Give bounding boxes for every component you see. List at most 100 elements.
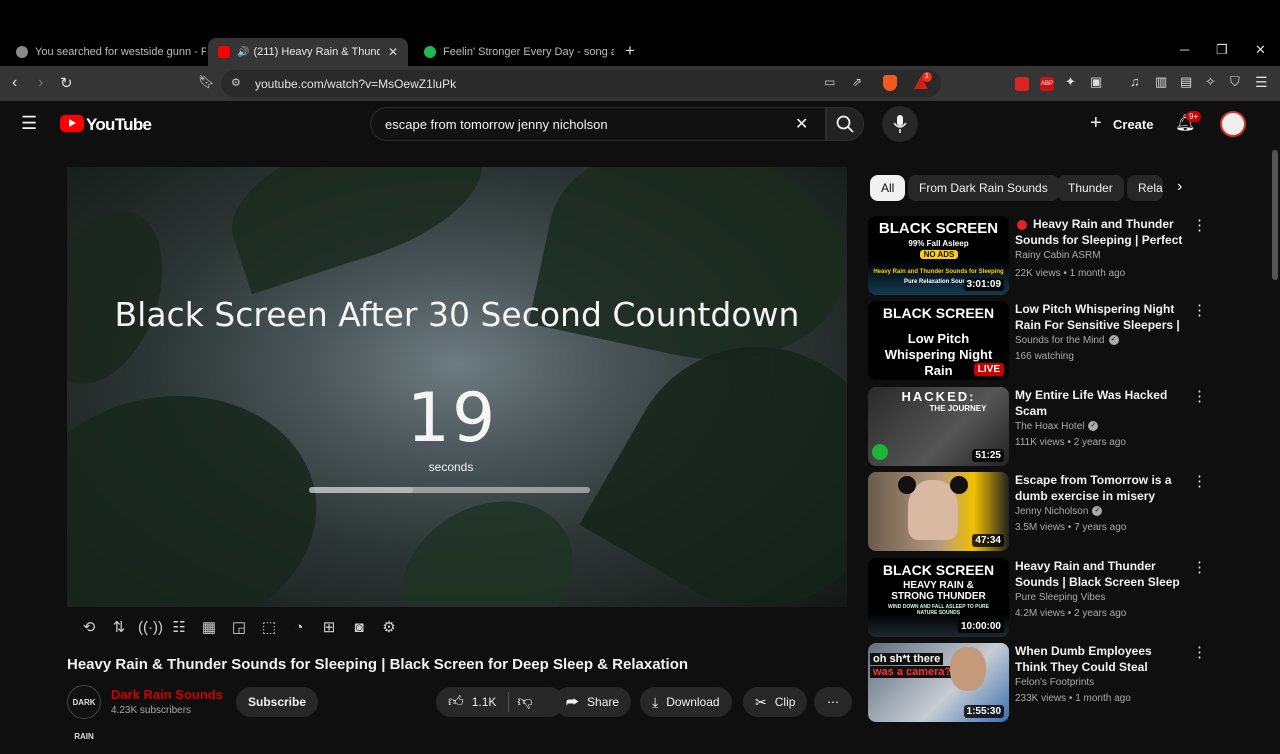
recommendation-item[interactable]: 47:34 Escape from Tomorrow is a dumb exe… (868, 472, 1268, 552)
create-button[interactable]: Create (1113, 117, 1153, 132)
rec-channel[interactable]: Jenny Nicholson ✓ (1015, 506, 1103, 517)
back-icon[interactable]: ‹ (12, 74, 17, 92)
menu-icon[interactable]: ☰ (1255, 74, 1268, 91)
rec-channel[interactable]: Rainy Cabin ASRM (1015, 250, 1101, 261)
close-tab-icon[interactable]: ✕ (388, 45, 398, 59)
address-bar[interactable]: ⚙ youtube.com/watch?v=MsOewZ1luPk ▭ ⇗ 1 (221, 70, 941, 97)
more-options-icon[interactable]: ⋮ (1192, 301, 1207, 319)
thumbnail[interactable]: HACKED: THE JOURNEY 51:25 (868, 387, 1009, 466)
chip-all[interactable]: All (870, 175, 906, 201)
thumbnail[interactable]: BLACK SCREEN Low Pitch Whispering Night … (868, 301, 1009, 380)
maximize-icon[interactable]: ❐ (1216, 42, 1228, 58)
voice-search-button[interactable] (882, 106, 918, 142)
chevron-right-icon[interactable]: › (1177, 178, 1182, 196)
chip-thunder[interactable]: Thunder (1057, 175, 1124, 201)
rec-title[interactable]: Low Pitch Whispering Night Rain For Sens… (1015, 301, 1187, 333)
reload-icon[interactable]: ↻ (60, 74, 73, 92)
visibility-icon[interactable]: ☷ (168, 618, 190, 638)
rec-title[interactable]: My Entire Life Was Hacked Scam (1015, 387, 1187, 419)
add-screenshot-icon[interactable]: ⊞ (318, 618, 340, 638)
clear-search-icon[interactable]: ✕ (795, 114, 808, 134)
youtube-logo-text[interactable]: YouTube (86, 115, 152, 135)
duration-badge: 10:00:00 (957, 620, 1004, 633)
media-icon[interactable]: ♫ (1130, 74, 1140, 89)
rewards-badge: 1 (922, 72, 932, 82)
settings-gear-icon[interactable]: ⚙ (378, 618, 400, 638)
rec-title[interactable]: Escape from Tomorrow is a dumb exercise … (1015, 472, 1187, 504)
screenshot-icon[interactable]: ▣ (1090, 74, 1102, 90)
audio-mode-icon[interactable]: ((·)) (138, 618, 163, 638)
rec-title[interactable]: When Dumb Employees Think They Could Ste… (1015, 643, 1187, 675)
create-plus-icon[interactable]: + (1090, 112, 1102, 135)
picture-in-picture-icon[interactable]: ◲ (228, 618, 250, 638)
wallet-icon[interactable]: ▤ (1180, 74, 1192, 90)
recommendation-item[interactable]: BLACK SCREEN Low Pitch Whispering Night … (868, 301, 1268, 381)
more-options-icon[interactable]: ⋮ (1192, 558, 1207, 576)
more-options-icon[interactable]: ⋮ (1192, 472, 1207, 490)
guide-menu-icon[interactable]: ☰ (21, 113, 37, 134)
new-tab-button[interactable]: + (625, 41, 635, 61)
rec-title[interactable]: Heavy Rain and Thunder Sounds for Sleepi… (1015, 216, 1187, 248)
more-options-icon[interactable]: ⋮ (1192, 216, 1207, 234)
recommendation-item[interactable]: oh sh*t there was a camera? 1:55:30 When… (868, 643, 1268, 723)
theater-icon[interactable]: ⬚ (258, 618, 280, 638)
download-icon: ⤓ (652, 693, 659, 710)
download-button[interactable]: ⤓ Download (640, 687, 732, 717)
like-count[interactable]: 1.1K (472, 695, 497, 709)
loop-icon[interactable]: ⟲ (78, 618, 100, 638)
share-page-icon[interactable]: ⇗ (852, 75, 862, 89)
clip-button[interactable]: ✂ Clip (743, 687, 808, 717)
adblock-icon[interactable]: ABP (1040, 77, 1054, 91)
forward-icon[interactable]: › (38, 74, 43, 92)
rec-title[interactable]: Heavy Rain and Thunder Sounds | Black Sc… (1015, 558, 1187, 590)
more-options-icon[interactable]: ⋮ (1192, 643, 1207, 661)
thumbs-down-icon[interactable]: 👎︎ (517, 693, 532, 711)
rec-channel[interactable]: Sounds for the Mind ✓ (1015, 335, 1119, 346)
page-scrollbar[interactable] (1272, 150, 1278, 280)
account-avatar[interactable] (1220, 111, 1246, 137)
close-window-icon[interactable]: ✕ (1255, 42, 1266, 58)
chip-relaxation[interactable]: Rela (1127, 175, 1163, 201)
cast-icon[interactable]: ▭ (824, 75, 835, 89)
thumbnail[interactable]: oh sh*t there was a camera? 1:55:30 (868, 643, 1009, 722)
cinema-icon[interactable]: ▦ (198, 618, 220, 638)
brave-shield-icon[interactable] (883, 75, 897, 91)
video-player[interactable]: Black Screen After 30 Second Countdown 1… (67, 167, 847, 607)
extension-record-icon[interactable] (1015, 77, 1029, 91)
share-button[interactable]: ⮫ Share (554, 687, 632, 717)
rec-channel[interactable]: Felon's Footprints (1015, 677, 1094, 688)
subscribe-button[interactable]: Subscribe (236, 687, 319, 717)
like-dislike-group: 👍︎ 1.1K 👎︎ (436, 687, 564, 717)
thumbnail[interactable]: BLACK SCREEN HEAVY RAIN & STRONG THUNDER… (868, 558, 1009, 637)
recommendation-item[interactable]: BLACK SCREEN HEAVY RAIN & STRONG THUNDER… (868, 558, 1268, 638)
search-button[interactable] (826, 107, 864, 141)
camera-icon[interactable]: ◙ (348, 618, 370, 638)
youtube-logo-icon[interactable] (60, 115, 84, 132)
tab-heavy-rain[interactable]: 🔊 (211) Heavy Rain & Thunder S ✕ (208, 38, 408, 66)
recommendation-item[interactable]: HACKED: THE JOURNEY 51:25 My Entire Life… (868, 387, 1268, 467)
thumbnail[interactable]: 47:34 (868, 472, 1009, 551)
speed-icon[interactable]: ◔ (288, 618, 310, 638)
bookmark-icon[interactable]: 🔖︎ (198, 74, 215, 90)
tab-westside-gunn[interactable]: You searched for westside gunn - Pa (6, 38, 206, 66)
sidebar-icon[interactable]: ▥ (1155, 74, 1167, 90)
thumbnail[interactable]: BLACK SCREEN 99% Fall Asleep NO ADS Heav… (868, 216, 1009, 295)
thumbs-up-icon[interactable]: 👍︎ (448, 693, 464, 711)
rec-channel[interactable]: The Hoax Hotel ✓ (1015, 421, 1099, 432)
channel-name[interactable]: Dark Rain Sounds (111, 687, 223, 702)
search-input[interactable]: escape from tomorrow jenny nicholson ✕ (370, 107, 826, 141)
leo-ai-icon[interactable]: ✧ (1205, 74, 1216, 90)
tab-spotify[interactable]: Feelin' Stronger Every Day - song and (414, 38, 614, 66)
channel-avatar[interactable]: DARK RAIN (67, 685, 101, 741)
more-actions-icon[interactable]: ⋯ (814, 687, 852, 717)
site-info-icon[interactable]: ⚙ (231, 76, 241, 89)
spotify-icon (424, 46, 436, 58)
sort-icon[interactable]: ⇅ (108, 618, 130, 638)
chip-from-dark-rain-sounds[interactable]: From Dark Rain Sounds (908, 175, 1059, 201)
rec-channel[interactable]: Pure Sleeping Vibes (1015, 592, 1105, 603)
minimize-icon[interactable]: ─ (1180, 42, 1189, 57)
more-options-icon[interactable]: ⋮ (1192, 387, 1207, 405)
extensions-icon[interactable]: ✦ (1065, 74, 1076, 90)
recommendation-item[interactable]: BLACK SCREEN 99% Fall Asleep NO ADS Heav… (868, 216, 1268, 296)
vpn-icon[interactable]: ⛉ (1230, 74, 1240, 90)
